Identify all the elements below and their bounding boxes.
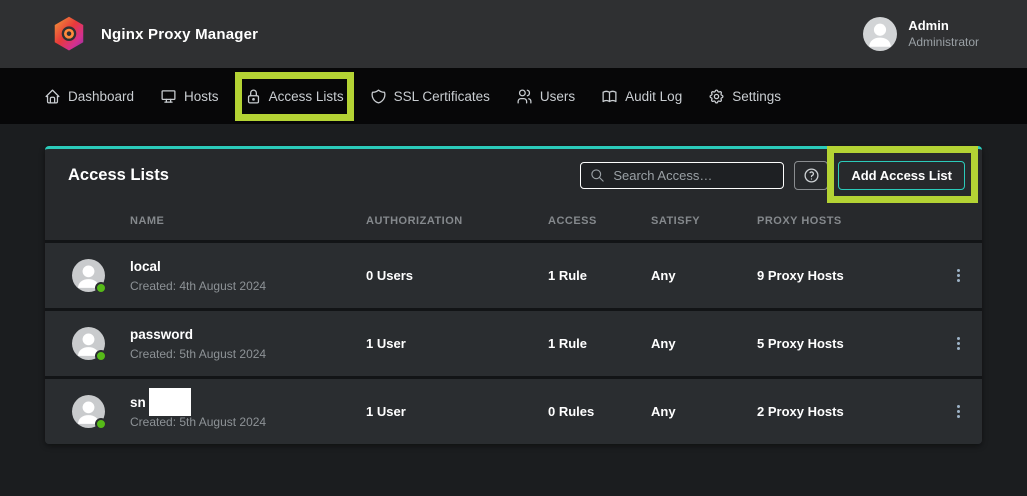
access-value: 0 Rules: [548, 404, 651, 419]
nginx-proxy-manager-logo-icon: [50, 14, 88, 54]
status-dot: [95, 282, 107, 294]
access-list-name: sn: [130, 395, 146, 411]
authorization-value: 1 User: [366, 404, 548, 419]
shield-icon: [370, 88, 387, 105]
add-button-label: Add Access List: [851, 168, 952, 183]
gear-icon: [708, 88, 725, 105]
proxy-hosts-value: 2 Proxy Hosts: [757, 404, 934, 419]
row-menu-kebab-icon[interactable]: [934, 265, 982, 286]
nav-label: Audit Log: [625, 89, 682, 104]
status-dot: [95, 418, 107, 430]
name-cell: local Created: 4th August 2024: [45, 259, 366, 293]
access-value: 1 Rule: [548, 336, 651, 351]
column-header-access: ACCESS: [548, 215, 651, 227]
authorization-value: 0 Users: [366, 268, 548, 283]
column-header-satisfy: SATISFY: [651, 215, 757, 227]
nav-item-settings[interactable]: Settings: [708, 88, 781, 105]
panel-header: Access Lists Add Access List: [45, 149, 982, 202]
proxy-hosts-value: 5 Proxy Hosts: [757, 336, 934, 351]
user-role: Administrator: [908, 35, 979, 50]
user-menu[interactable]: Admin Administrator: [863, 17, 979, 51]
row-avatar: [72, 327, 105, 360]
nav-label: SSL Certificates: [394, 89, 490, 104]
redaction-box: [149, 388, 191, 416]
nav-item-dashboard[interactable]: Dashboard: [44, 88, 134, 105]
nav-label: Access Lists: [269, 89, 344, 104]
satisfy-value: Any: [651, 404, 757, 419]
main-nav: Dashboard Hosts Access Lists SSL Certifi…: [0, 68, 1027, 124]
app-header: Nginx Proxy Manager Admin Administrator: [0, 0, 1027, 68]
user-avatar: [863, 17, 897, 51]
help-button[interactable]: [794, 161, 828, 190]
created-date: Created: 4th August 2024: [130, 279, 266, 293]
lock-icon: [245, 88, 262, 105]
name-cell: sn Created: 5th August 2024: [45, 395, 366, 429]
access-value: 1 Rule: [548, 268, 651, 283]
column-header-proxy-hosts: PROXY HOSTS: [757, 215, 934, 227]
help-circle-icon: [803, 167, 820, 184]
access-lists-table: NAME AUTHORIZATION ACCESS SATISFY PROXY …: [45, 202, 982, 444]
authorization-value: 1 User: [366, 336, 548, 351]
monitor-icon: [160, 88, 177, 105]
user-name: Admin: [908, 18, 979, 34]
satisfy-value: Any: [651, 336, 757, 351]
created-date: Created: 5th August 2024: [130, 347, 266, 361]
nav-item-users[interactable]: Users: [516, 88, 575, 105]
status-dot: [95, 350, 107, 362]
satisfy-value: Any: [651, 268, 757, 283]
add-access-list-button[interactable]: Add Access List: [838, 161, 965, 190]
search-icon: [590, 168, 605, 183]
nav-item-ssl-certificates[interactable]: SSL Certificates: [370, 88, 490, 105]
row-avatar: [72, 259, 105, 292]
access-list-name: password: [130, 327, 266, 343]
nav-label: Dashboard: [68, 89, 134, 104]
nav-item-access-lists[interactable]: Access Lists: [245, 88, 344, 105]
row-menu-kebab-icon[interactable]: [934, 401, 982, 422]
home-icon: [44, 88, 61, 105]
access-list-name: local: [130, 259, 266, 275]
search-input[interactable]: [613, 168, 774, 183]
created-date: Created: 5th August 2024: [130, 415, 266, 429]
users-icon: [516, 88, 533, 105]
nav-label: Users: [540, 89, 575, 104]
column-header-name: NAME: [45, 215, 366, 227]
table-row: local Created: 4th August 2024 0 Users 1…: [45, 240, 982, 308]
row-menu-kebab-icon[interactable]: [934, 333, 982, 354]
nav-label: Hosts: [184, 89, 219, 104]
app-title: Nginx Proxy Manager: [101, 26, 258, 43]
panel-controls: Add Access List: [580, 161, 965, 190]
table-row: password Created: 5th August 2024 1 User…: [45, 308, 982, 376]
search-box: [580, 162, 784, 189]
row-avatar: [72, 395, 105, 428]
book-icon: [601, 88, 618, 105]
content: Access Lists Add Access List: [0, 124, 1027, 444]
access-lists-panel: Access Lists Add Access List: [45, 146, 982, 444]
column-header-authorization: AUTHORIZATION: [366, 215, 548, 227]
nav-label: Settings: [732, 89, 781, 104]
nav-item-hosts[interactable]: Hosts: [160, 88, 219, 105]
table-row: sn Created: 5th August 2024 1 User 0 Rul…: [45, 376, 982, 444]
name-cell: password Created: 5th August 2024: [45, 327, 366, 361]
nav-item-audit-log[interactable]: Audit Log: [601, 88, 682, 105]
proxy-hosts-value: 9 Proxy Hosts: [757, 268, 934, 283]
brand[interactable]: Nginx Proxy Manager: [50, 14, 258, 54]
table-header: NAME AUTHORIZATION ACCESS SATISFY PROXY …: [45, 202, 982, 240]
page-title: Access Lists: [68, 166, 169, 185]
